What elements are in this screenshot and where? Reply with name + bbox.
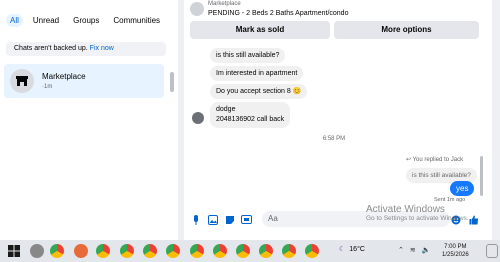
chrome-icon[interactable] [259,244,273,258]
replied-text: You replied to Jack [412,157,464,163]
chrome-icon[interactable] [213,244,227,258]
system-tray: ⌃ ≋ 🔈 [398,246,430,254]
watermark-title: Activate Windows [366,204,445,215]
message-thread: is this still available? Im interested i… [184,44,484,208]
tab-communities[interactable]: Communities [109,14,164,27]
app-icon[interactable] [74,244,88,258]
watermark-subtitle: Go to Settings to activate Windows. [366,215,469,222]
chevron-up-icon[interactable]: ⌃ [398,246,404,254]
marketplace-header: Marketplace PENDING - 2 Beds 2 Baths Apa… [184,0,484,44]
sent-message-bubble: yes [450,181,475,196]
scrollbar[interactable] [170,72,174,92]
sticker-icon[interactable] [224,214,235,225]
activate-windows-watermark: Activate Windows Go to Settings to activ… [366,204,496,222]
chrome-icon[interactable] [50,244,64,258]
chrome-icon[interactable] [305,244,319,258]
reply-arrow-icon: ↩ [406,157,412,163]
filter-tabs: All Unread Groups Communities [6,14,164,27]
gif-icon[interactable] [241,214,252,225]
clock-date: 1/25/2026 [442,252,469,258]
backup-banner: Chats aren't backed up. Fix now [6,42,166,56]
weather-widget[interactable]: ☾ 16°C [339,245,365,254]
message-bubble: is this still available? [210,48,286,63]
marketplace-label: Marketplace [208,1,241,7]
mark-as-sold-button[interactable]: Mark as sold [190,21,330,39]
time-divider: 6:58 PM [322,136,346,142]
message-bubble: Im interested in apartment [210,66,304,81]
message-bubble-multiline: dodge 2048136902 call back [210,102,291,128]
more-options-button[interactable]: More options [334,21,479,39]
avatar [10,69,34,93]
sender-avatar [192,112,204,124]
chrome-icon[interactable] [190,244,204,258]
chrome-icon[interactable] [120,244,134,258]
message-input-placeholder: Aa [268,214,278,223]
chrome-icon[interactable] [143,244,157,258]
backup-text: Chats aren't backed up. [14,45,88,52]
listing-title[interactable]: PENDING - 2 Beds 2 Baths Apartment/condo [208,10,348,17]
conversation-time: ·1m [42,84,53,90]
tab-groups[interactable]: Groups [69,14,103,27]
conversation-name: Marketplace [42,72,86,81]
chrome-icon[interactable] [282,244,296,258]
chat-list-panel: All Unread Groups Communities Chats aren… [0,0,178,240]
clock-time: 7:00 PM [444,244,467,250]
message-line: 2048136902 call back [216,116,285,123]
microphone-icon[interactable] [190,214,201,225]
weather-icon: ☾ [339,246,346,253]
conversation-item-marketplace[interactable]: Marketplace ·1m [4,64,164,98]
chrome-icon[interactable] [236,244,250,258]
sent-status: Sent 1m ago [434,197,466,203]
windows-start-icon[interactable] [8,245,20,257]
chrome-icon[interactable] [166,244,180,258]
taskbar: ☾ 16°C ⌃ ≋ 🔈 7:00 PM 1/25/2026 [0,240,500,262]
image-icon[interactable] [207,214,218,225]
clock[interactable]: 7:00 PM 1/25/2026 [442,243,469,259]
store-icon [16,76,28,86]
tab-all[interactable]: All [6,14,23,27]
fix-now-link[interactable]: Fix now [90,45,114,52]
replied-label: ↩ You replied to Jack [406,156,463,163]
scrollbar[interactable] [480,156,483,196]
listing-thumbnail [190,2,204,16]
notification-icon[interactable] [486,244,498,258]
temperature: 16°C [349,245,365,253]
message-line: dodge [216,106,236,113]
speaker-icon[interactable]: 🔈 [422,246,431,254]
tab-unread[interactable]: Unread [29,14,63,27]
wifi-icon[interactable]: ≋ [410,246,416,254]
app-icon[interactable] [30,244,44,258]
message-bubble: Do you accept section 8 😊 [210,84,308,99]
chrome-icon[interactable] [96,244,110,258]
